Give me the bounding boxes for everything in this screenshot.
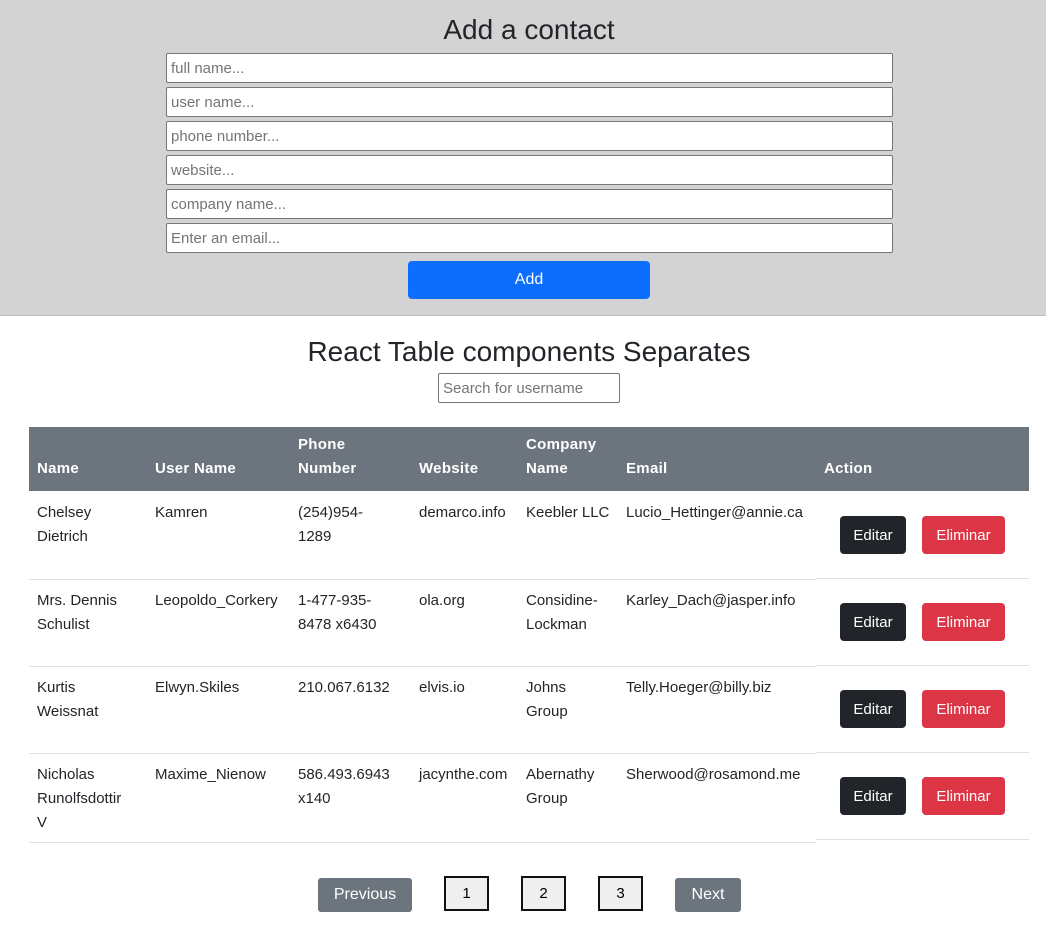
cell-email: Lucio_Hettinger@annie.ca xyxy=(626,504,804,521)
action-cell: Editar Eliminar xyxy=(816,665,1029,753)
edit-button[interactable]: Editar xyxy=(840,690,906,728)
cell-name-line: Mrs. Dennis xyxy=(37,592,118,609)
cell-company: Considine- Lockman xyxy=(526,589,598,637)
cell-name-line: V xyxy=(37,814,48,831)
header-username: User Name xyxy=(155,460,237,477)
cell-website: ola.org xyxy=(419,592,465,609)
table-row: Nicholas Runolfsdottir V Maxime_Nienow 5… xyxy=(29,753,816,843)
cell-phone-line: 1-477-935- xyxy=(298,592,372,609)
cell-website: jacynthe.com xyxy=(419,766,508,783)
edit-button[interactable]: Editar xyxy=(840,777,906,815)
page-3-button[interactable]: 3 xyxy=(598,876,643,911)
cell-name-line: Chelsey xyxy=(37,504,92,521)
username-search-input[interactable] xyxy=(438,373,620,403)
cell-email: Karley_Dach@jasper.info xyxy=(626,592,796,609)
previous-page-button[interactable]: Previous xyxy=(318,878,412,912)
cell-phone: (254)954- 1289 xyxy=(298,501,363,549)
cell-name-line: Weissnat xyxy=(37,703,99,720)
header-email: Email xyxy=(626,460,668,477)
header-company-line1: Company xyxy=(526,436,597,453)
add-contact-title: Add a contact xyxy=(443,14,615,45)
cell-name: Nicholas Runolfsdottir V xyxy=(37,763,121,835)
action-cell: Editar Eliminar xyxy=(816,752,1029,840)
cell-company: Johns Group xyxy=(526,676,568,724)
website-input[interactable] xyxy=(166,155,893,185)
header-company-line2: Name xyxy=(526,460,569,477)
cell-phone-line: 210.067.6132 xyxy=(298,679,390,696)
next-page-button[interactable]: Next xyxy=(675,878,741,912)
table-row: Chelsey Dietrich Kamren (254)954- 1289 d… xyxy=(29,491,816,580)
cell-phone-line: (254)954- xyxy=(298,504,364,521)
cell-username: Leopoldo_Corkery xyxy=(155,592,278,609)
delete-button[interactable]: Eliminar xyxy=(922,516,1005,554)
cell-name-line: Nicholas xyxy=(37,766,95,783)
full-name-input[interactable] xyxy=(166,53,893,83)
company-name-input[interactable] xyxy=(166,189,893,219)
table-header: Name User Name Phone Number Website Comp… xyxy=(29,427,1029,491)
phone-number-input[interactable] xyxy=(166,121,893,151)
cell-company-line: Group xyxy=(526,790,568,807)
cell-company-line: Considine- xyxy=(526,592,598,609)
cell-company-line: Lockman xyxy=(526,616,587,633)
cell-username: Kamren xyxy=(155,504,208,521)
action-cell: Editar Eliminar xyxy=(816,491,1029,579)
cell-name: Kurtis Weissnat xyxy=(37,676,98,724)
cell-name: Chelsey Dietrich xyxy=(37,501,91,549)
page-2-button[interactable]: 2 xyxy=(521,876,566,911)
cell-website: demarco.info xyxy=(419,504,506,521)
cell-email: Sherwood@rosamond.me xyxy=(626,766,801,783)
action-cell: Editar Eliminar xyxy=(816,578,1029,666)
cell-company-line: Keebler LLC xyxy=(526,504,610,521)
delete-button[interactable]: Eliminar xyxy=(922,777,1005,815)
cell-phone-line: 1289 xyxy=(298,528,332,545)
cell-phone-line: 586.493.6943 xyxy=(298,766,390,783)
delete-button[interactable]: Eliminar xyxy=(922,690,1005,728)
cell-company: Keebler LLC xyxy=(526,501,609,525)
cell-company-line: Group xyxy=(526,703,568,720)
header-website: Website xyxy=(419,460,479,477)
cell-company: Abernathy Group xyxy=(526,763,594,811)
cell-name-line: Runolfsdottir xyxy=(37,790,122,807)
cell-name: Mrs. Dennis Schulist xyxy=(37,589,117,637)
delete-button[interactable]: Eliminar xyxy=(922,603,1005,641)
header-phone-line1: Phone xyxy=(298,436,346,453)
cell-email: Telly.Hoeger@billy.biz xyxy=(626,679,772,696)
cell-company-line: Johns xyxy=(526,679,567,696)
cell-name-line: Schulist xyxy=(37,616,90,633)
edit-button[interactable]: Editar xyxy=(840,603,906,641)
cell-username: Maxime_Nienow xyxy=(155,766,266,783)
cell-username: Elwyn.Skiles xyxy=(155,679,240,696)
cell-phone-line: 8478 x6430 xyxy=(298,616,377,633)
user-name-input[interactable] xyxy=(166,87,893,117)
page-1-button[interactable]: 1 xyxy=(444,876,489,911)
cell-phone: 1-477-935- 8478 x6430 xyxy=(298,589,376,637)
table-row: Mrs. Dennis Schulist Leopoldo_Corkery 1-… xyxy=(29,579,816,667)
cell-phone: 210.067.6132 xyxy=(298,676,390,700)
table-title: React Table components Separates xyxy=(307,336,751,367)
cell-company-line: Abernathy xyxy=(526,766,595,783)
email-input[interactable] xyxy=(166,223,893,253)
add-contact-section: Add a contact Add xyxy=(0,0,1046,316)
header-company: Company Name xyxy=(526,433,596,481)
edit-button[interactable]: Editar xyxy=(840,516,906,554)
header-action: Action xyxy=(824,460,873,477)
table-row: Kurtis Weissnat Elwyn.Skiles 210.067.613… xyxy=(29,666,816,754)
header-phone-line2: Number xyxy=(298,460,357,477)
header-phone: Phone Number xyxy=(298,433,356,481)
cell-website: elvis.io xyxy=(419,679,465,696)
header-name: Name xyxy=(37,460,80,477)
add-button[interactable]: Add xyxy=(408,261,650,299)
cell-phone: 586.493.6943 x140 xyxy=(298,763,390,811)
cell-name-line: Kurtis xyxy=(37,679,76,696)
cell-phone-line: x140 xyxy=(298,790,331,807)
cell-name-line: Dietrich xyxy=(37,528,88,545)
